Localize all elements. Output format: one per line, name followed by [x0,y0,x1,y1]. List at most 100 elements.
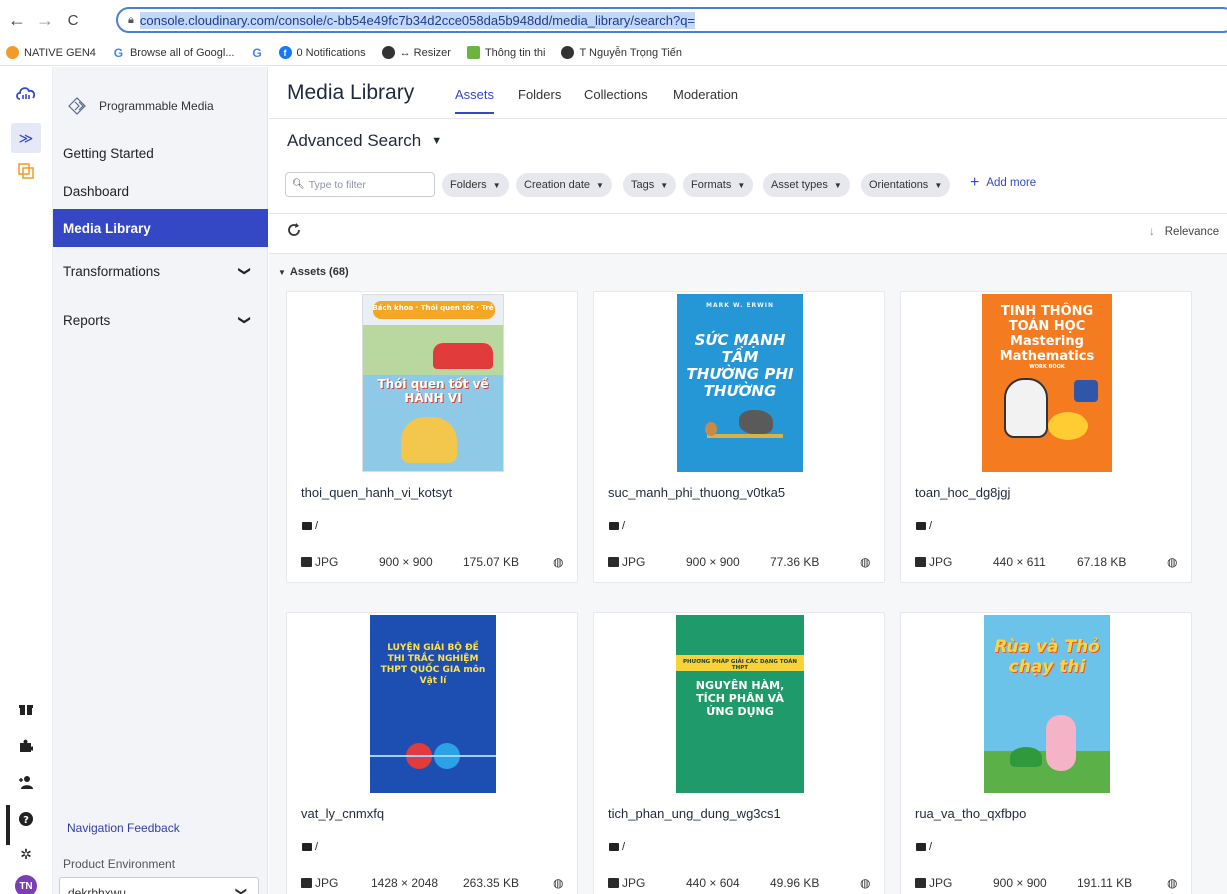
bookmark-notifications[interactable]: f0 Notifications [275,46,366,59]
forward-arrow-icon[interactable]: → [34,9,56,31]
asset-name: rua_va_tho_qxfbpo [915,806,1027,821]
caret-down-icon: ▼ [278,268,286,277]
tab-folders[interactable]: Folders [518,87,561,102]
gear-icon[interactable]: ✲ [14,842,38,866]
caret-down-icon: ▼ [934,180,943,190]
globe-icon [561,46,575,59]
filter-formats[interactable]: Formats ▼ [683,173,754,197]
asset-card[interactable]: PHƯƠNG PHÁP GIẢI CÁC DẠNG TOÁN THPT NGUY… [593,612,885,894]
asset-folder: / [916,520,932,532]
asset-thumbnail[interactable]: Rùa và Thỏ chạy thi [901,615,1193,795]
public-globe-icon[interactable]: ◍ [860,555,870,569]
folder-icon [302,843,312,851]
google-icon: G [252,45,262,60]
google-icon: G [113,45,124,60]
user-avatar[interactable]: TN [15,875,37,894]
public-globe-icon[interactable]: ◍ [553,876,563,890]
sidebar-item-getting-started[interactable]: Getting Started [53,134,268,172]
asset-thumbnail[interactable]: TINH THÔNG TOÁN HỌC Mastering Mathematic… [901,294,1193,474]
public-globe-icon[interactable]: ◍ [860,876,870,890]
address-bar[interactable]: 🔒︎ console.cloudinary.com/console/c-bb54… [116,7,1227,33]
bookmark-native-gen4[interactable]: NATIVE GEN4 [2,46,96,59]
sidebar-item-media-library[interactable]: Media Library [53,209,268,247]
product-environment-select[interactable]: dekrbhxwu ❯ [59,877,259,894]
refresh-icon[interactable] [287,223,301,242]
image-icon [301,557,312,567]
asset-size: 67.18 KB [1077,555,1127,569]
filter-creation-date[interactable]: Creation date ▼ [516,173,612,197]
asset-card[interactable]: Bách khoa · Thói quen tốt · Trẻ Thói que… [286,291,578,583]
programmable-media-icon [67,95,89,117]
advanced-search-toggle[interactable]: Advanced Search ▼ [287,131,442,151]
results-toolbar: ↓ Relevance [269,214,1227,254]
asset-folder: / [916,841,932,853]
reload-icon[interactable]: C [62,9,84,31]
chevron-down-icon: ❯ [237,265,252,277]
folder-icon [302,522,312,530]
add-more-filters-button[interactable]: + Add more [970,175,1036,191]
gift-icon[interactable] [14,697,38,721]
bookmark-thong-tin-thi[interactable]: Thông tin thi [463,46,545,59]
sidebar-item-dashboard[interactable]: Dashboard [53,172,268,210]
filter-input[interactable]: 🔍︎ Type to filter [285,172,435,197]
asset-thumbnail[interactable]: PHƯƠNG PHÁP GIẢI CÁC DẠNG TOÁN THPT NGUY… [594,615,886,795]
globe-icon [381,46,395,59]
asset-thumbnail[interactable]: LUYỆN GIẢI BỘ ĐỀ THI TRẮC NGHIỆM THPT QU… [287,615,579,795]
programmable-media-icon[interactable]: ≫ [11,123,41,153]
browser-toolbar: ← → C 🔒︎ console.cloudinary.com/console/… [0,0,1227,40]
bookmark-nguyen-trong-tien[interactable]: T Nguyễn Trọng Tiến [557,46,682,59]
lock-icon: 🔒︎ [128,13,134,26]
asset-format: JPG [915,555,952,569]
chevron-down-icon: ❯ [234,886,247,894]
asset-format: JPG [301,876,338,890]
asset-format: JPG [608,555,645,569]
add-user-icon[interactable] [14,770,38,794]
tab-collections[interactable]: Collections [584,87,648,102]
assets-section-toggle[interactable]: ▼ Assets (68) [278,266,349,278]
leaf-icon [466,46,480,59]
asset-thumbnail[interactable]: MARK W. ERWIN SỨC MẠNH TẦM THƯỜNG PHI TH… [594,294,886,474]
caret-down-icon: ▼ [660,180,669,190]
sort-selector[interactable]: ↓ Relevance [1149,226,1219,238]
filter-tags[interactable]: Tags ▼ [623,173,677,197]
sidebar-item-reports[interactable]: Reports ❯ [53,301,268,339]
image-icon [301,878,312,888]
filter-folders[interactable]: Folders ▼ [442,173,509,197]
filter-asset-types[interactable]: Asset types ▼ [763,173,850,197]
bookmark-resizer[interactable]: ↔ Resizer [378,46,451,59]
asset-folder: / [302,520,318,532]
tab-moderation[interactable]: Moderation [673,87,738,102]
puzzle-icon[interactable] [14,734,38,758]
product-rail: ≫ ? ✲ TN [0,67,53,894]
asset-card[interactable]: Rùa và Thỏ chạy thi rua_va_tho_qxfbpo / … [900,612,1192,894]
help-icon[interactable]: ? [14,807,38,831]
sidebar-item-transformations[interactable]: Transformations ❯ [53,252,268,290]
asset-card[interactable]: LUYỆN GIẢI BỘ ĐỀ THI TRẮC NGHIỆM THPT QU… [286,612,578,894]
asset-size: 49.96 KB [770,876,820,890]
navigation-feedback-link[interactable]: Navigation Feedback [67,821,180,835]
asset-format: JPG [915,876,952,890]
filter-orientations[interactable]: Orientations ▼ [861,173,951,197]
digital-asset-management-icon[interactable] [14,159,38,183]
asset-size: 191.11 KB [1077,876,1133,890]
svg-text:?: ? [23,815,29,826]
caret-down-icon: ▼ [492,180,501,190]
asset-thumbnail[interactable]: Bách khoa · Thói quen tốt · Trẻ Thói que… [287,294,579,474]
asset-format: JPG [608,876,645,890]
back-arrow-icon[interactable]: ← [6,9,28,31]
folder-icon [916,843,926,851]
tab-assets[interactable]: Assets [455,87,495,114]
asset-dimensions: 900 × 900 [993,876,1047,890]
asset-card[interactable]: MARK W. ERWIN SỨC MẠNH TẦM THƯỜNG PHI TH… [593,291,885,583]
asset-card[interactable]: TINH THÔNG TOÁN HỌC Mastering Mathematic… [900,291,1192,583]
cloudinary-logo-icon[interactable] [14,81,38,105]
bookmark-google[interactable]: G [247,45,269,60]
asset-size: 175.07 KB [463,555,520,569]
public-globe-icon[interactable]: ◍ [1167,876,1177,890]
folder-icon [609,522,619,530]
facebook-icon: f [278,46,292,59]
bookmark-browse-google[interactable]: G Browse all of Googl... [108,45,235,60]
public-globe-icon[interactable]: ◍ [1167,555,1177,569]
asset-size: 263.35 KB [463,876,520,890]
public-globe-icon[interactable]: ◍ [553,555,563,569]
